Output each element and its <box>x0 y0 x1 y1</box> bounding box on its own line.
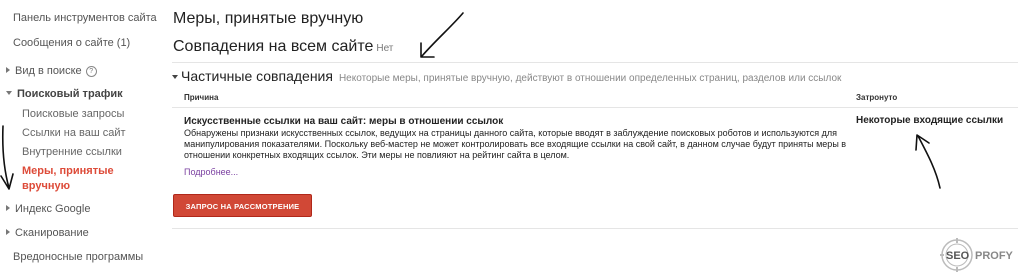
sidebar-arrow-icon <box>0 125 14 190</box>
watermark-right: PROFY <box>975 250 1014 262</box>
watermark-left: SEO <box>946 250 970 262</box>
page: Панель инструментов сайта Сообщения о са… <box>0 0 1024 274</box>
annotation-arrows <box>0 12 941 190</box>
right-arrow-icon <box>915 134 941 189</box>
top-arrow-icon <box>420 12 464 58</box>
watermark-logo: SEO PROFY <box>940 238 1020 272</box>
seoprofy-logo-icon: SEO PROFY <box>940 238 1014 272</box>
